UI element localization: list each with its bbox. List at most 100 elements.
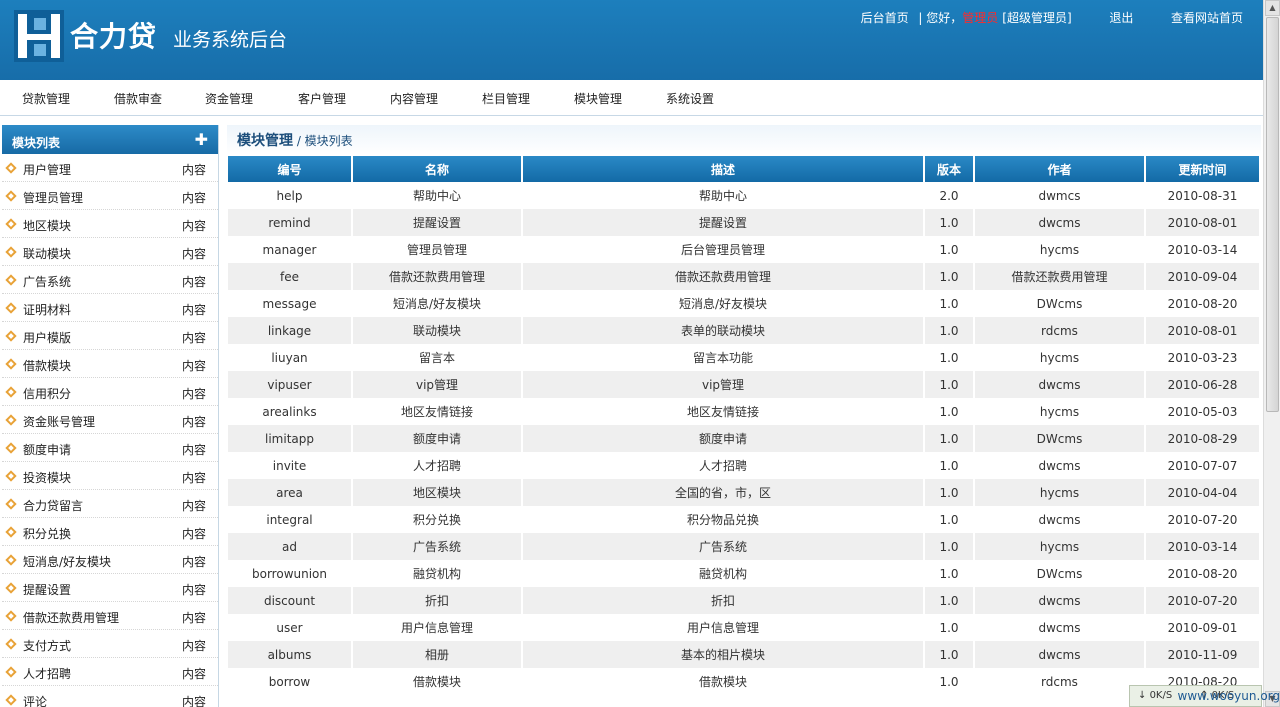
sidebar-item-content-link[interactable]: 内容 [182, 357, 206, 374]
sidebar-item[interactable]: 额度申请 内容 [2, 434, 218, 462]
table-row[interactable]: borrow 借款模块 借款模块 1.0 rdcms 2010-08-20 [228, 668, 1261, 695]
table-row[interactable]: ad 广告系统 广告系统 1.0 hycms 2010-03-14 [228, 533, 1261, 560]
sidebar-item-content-link[interactable]: 内容 [182, 609, 206, 626]
sidebar-item-content-link[interactable]: 内容 [182, 553, 206, 570]
nav-loan-management[interactable]: 贷款管理 [22, 90, 70, 107]
sidebar-item-content-link[interactable]: 内容 [182, 329, 206, 346]
sidebar-item-content-link[interactable]: 内容 [182, 189, 206, 206]
sidebar-item-content-link[interactable]: 内容 [182, 525, 206, 542]
sidebar-item-content-link[interactable]: 内容 [182, 385, 206, 402]
table-row[interactable]: integral 积分兑换 积分物品兑换 1.0 dwcms 2010-07-20 [228, 506, 1261, 533]
col-header-id[interactable]: 编号 [228, 156, 353, 182]
sidebar-item-label[interactable]: 人才招聘 [23, 665, 71, 682]
sidebar-item-content-link[interactable]: 内容 [182, 469, 206, 486]
sidebar-item-label[interactable]: 积分兑换 [23, 525, 71, 542]
nav-fund-management[interactable]: 资金管理 [205, 90, 253, 107]
expand-plus-icon[interactable]: ✚ [195, 130, 208, 149]
sidebar-item-label[interactable]: 资金账号管理 [23, 413, 95, 430]
sidebar-item-label[interactable]: 借款还款费用管理 [23, 609, 119, 626]
sidebar-item-content-link[interactable]: 内容 [182, 217, 206, 234]
sidebar-item-label[interactable]: 合力贷留言 [23, 497, 83, 514]
table-row[interactable]: linkage 联动模块 表单的联动模块 1.0 rdcms 2010-08-01 [228, 317, 1261, 344]
username[interactable]: 管理员 [962, 11, 998, 25]
sidebar-item[interactable]: 联动模块 内容 [2, 238, 218, 266]
col-header-name[interactable]: 名称 [352, 156, 523, 182]
scroll-thumb[interactable] [1266, 17, 1279, 412]
table-row[interactable]: arealinks 地区友情链接 地区友情链接 1.0 hycms 2010-05-03 [228, 398, 1261, 425]
site-home-link[interactable]: 查看网站首页 [1171, 11, 1243, 25]
nav-loan-review[interactable]: 借款审查 [114, 90, 162, 107]
sidebar-item-content-link[interactable]: 内容 [182, 581, 206, 598]
sidebar-item-label[interactable]: 评论 [23, 693, 47, 707]
table-row[interactable]: discount 折扣 折扣 1.0 dwcms 2010-07-20 [228, 587, 1261, 614]
sidebar-item-content-link[interactable]: 内容 [182, 413, 206, 430]
table-row[interactable]: manager 管理员管理 后台管理员管理 1.0 hycms 2010-03-14 [228, 236, 1261, 263]
nav-module-management[interactable]: 模块管理 [574, 90, 622, 107]
sidebar-item-label[interactable]: 用户管理 [23, 161, 71, 178]
vertical-scrollbar[interactable]: ▲ ▼ [1263, 0, 1280, 707]
sidebar-item[interactable]: 地区模块 内容 [2, 210, 218, 238]
logout-link[interactable]: 退出 [1109, 11, 1133, 25]
table-row[interactable]: message 短消息/好友模块 短消息/好友模块 1.0 DWcms 2010-08-2… [228, 290, 1261, 317]
sidebar-item[interactable]: 借款还款费用管理 内容 [2, 602, 218, 630]
col-header-version[interactable]: 版本 [924, 156, 975, 182]
sidebar-item-content-link[interactable]: 内容 [182, 665, 206, 682]
sidebar-item-content-link[interactable]: 内容 [182, 301, 206, 318]
sidebar-item-label[interactable]: 证明材料 [23, 301, 71, 318]
scroll-up-arrow-icon[interactable]: ▲ [1265, 0, 1280, 16]
sidebar-item[interactable]: 管理员管理 内容 [2, 182, 218, 210]
sidebar-item[interactable]: 合力贷留言 内容 [2, 490, 218, 518]
sidebar-item-content-link[interactable]: 内容 [182, 161, 206, 178]
col-header-updated[interactable]: 更新时间 [1145, 156, 1261, 182]
sidebar-item[interactable]: 提醒设置 内容 [2, 574, 218, 602]
col-header-author[interactable]: 作者 [974, 156, 1146, 182]
sidebar-item-content-link[interactable]: 内容 [182, 637, 206, 654]
table-row[interactable]: user 用户信息管理 用户信息管理 1.0 dwcms 2010-09-01 [228, 614, 1261, 641]
nav-customer-management[interactable]: 客户管理 [298, 90, 346, 107]
sidebar-item[interactable]: 用户管理 内容 [2, 154, 218, 182]
sidebar-item-label[interactable]: 支付方式 [23, 637, 71, 654]
sidebar-item-label[interactable]: 联动模块 [23, 245, 71, 262]
sidebar-item[interactable]: 广告系统 内容 [2, 266, 218, 294]
sidebar-item[interactable]: 用户模版 内容 [2, 322, 218, 350]
table-row[interactable]: fee 借款还款费用管理 借款还款费用管理 1.0 借款还款费用管理 2010-09-04 [228, 263, 1261, 290]
table-row[interactable]: help 帮助中心 帮助中心 2.0 dwmcs 2010-08-31 [228, 182, 1261, 209]
sidebar-item[interactable]: 借款模块 内容 [2, 350, 218, 378]
sidebar-item-content-link[interactable]: 内容 [182, 441, 206, 458]
table-row[interactable]: limitapp 额度申请 额度申请 1.0 DWcms 2010-08-29 [228, 425, 1261, 452]
table-row[interactable]: vipuser vip管理 vip管理 1.0 dwcms 2010-06-28 [228, 371, 1261, 398]
sidebar-item-label[interactable]: 信用积分 [23, 385, 71, 402]
admin-home-link[interactable]: 后台首页 [861, 11, 909, 25]
table-row[interactable]: remind 提醒设置 提醒设置 1.0 dwcms 2010-08-01 [228, 209, 1261, 236]
table-row[interactable]: liuyan 留言本 留言本功能 1.0 hycms 2010-03-23 [228, 344, 1261, 371]
sidebar-item-content-link[interactable]: 内容 [182, 273, 206, 290]
sidebar-item-label[interactable]: 短消息/好友模块 [23, 553, 111, 570]
sidebar-item[interactable]: 积分兑换 内容 [2, 518, 218, 546]
col-header-description[interactable]: 描述 [522, 156, 925, 182]
table-row[interactable]: invite 人才招聘 人才招聘 1.0 dwcms 2010-07-07 [228, 452, 1261, 479]
sidebar-item[interactable]: 短消息/好友模块 内容 [2, 546, 218, 574]
nav-system-settings[interactable]: 系统设置 [666, 90, 714, 107]
sidebar-item-label[interactable]: 管理员管理 [23, 189, 83, 206]
sidebar-item[interactable]: 评论 内容 [2, 686, 218, 707]
table-row[interactable]: albums 相册 基本的相片模块 1.0 dwcms 2010-11-09 [228, 641, 1261, 668]
sidebar-item-label[interactable]: 提醒设置 [23, 581, 71, 598]
table-row[interactable]: borrowunion 融贷机构 融贷机构 1.0 DWcms 2010-08-20 [228, 560, 1261, 587]
sidebar-item-content-link[interactable]: 内容 [182, 497, 206, 514]
nav-column-management[interactable]: 栏目管理 [482, 90, 530, 107]
sidebar-item[interactable]: 信用积分 内容 [2, 378, 218, 406]
sidebar-item-label[interactable]: 广告系统 [23, 273, 71, 290]
sidebar-item[interactable]: 投资模块 内容 [2, 462, 218, 490]
sidebar-item-content-link[interactable]: 内容 [182, 693, 206, 707]
sidebar-item-label[interactable]: 投资模块 [23, 469, 71, 486]
sidebar-item[interactable]: 人才招聘 内容 [2, 658, 218, 686]
sidebar-item-label[interactable]: 地区模块 [23, 217, 71, 234]
nav-content-management[interactable]: 内容管理 [390, 90, 438, 107]
table-row[interactable]: area 地区模块 全国的省，市，区 1.0 hycms 2010-04-04 [228, 479, 1261, 506]
sidebar-item[interactable]: 证明材料 内容 [2, 294, 218, 322]
sidebar-item-label[interactable]: 借款模块 [23, 357, 71, 374]
sidebar-item-content-link[interactable]: 内容 [182, 245, 206, 262]
sidebar-item[interactable]: 资金账号管理 内容 [2, 406, 218, 434]
sidebar-item-label[interactable]: 用户模版 [23, 329, 71, 346]
sidebar-item-label[interactable]: 额度申请 [23, 441, 71, 458]
